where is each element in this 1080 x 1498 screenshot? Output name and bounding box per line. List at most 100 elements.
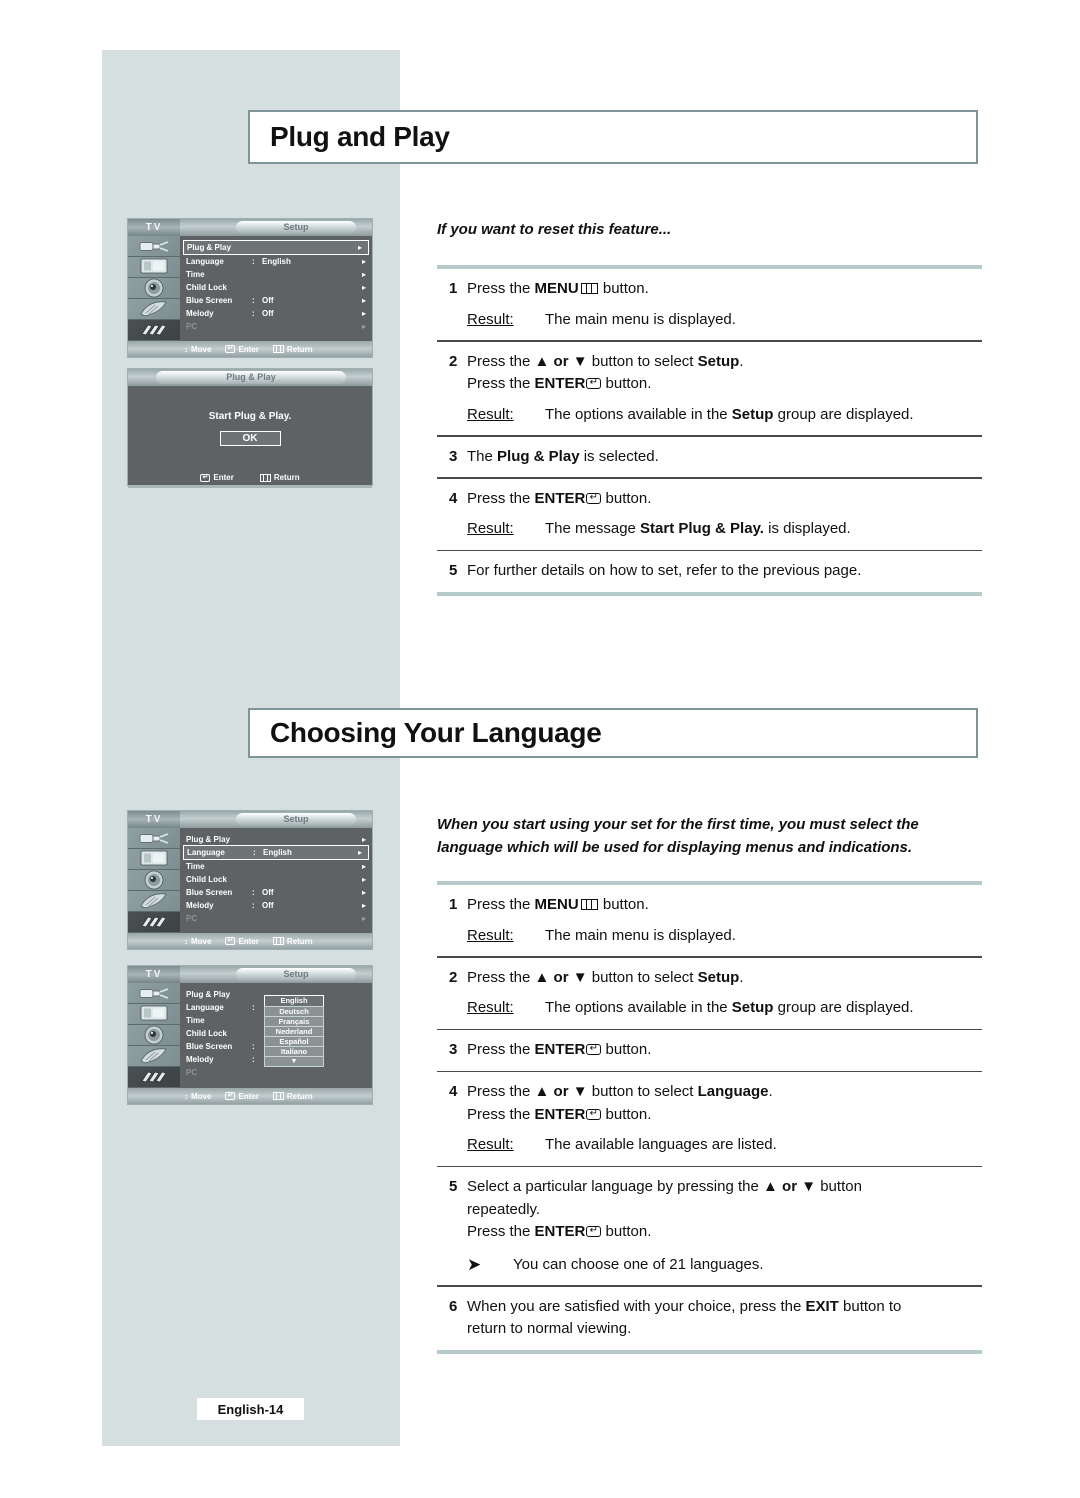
osd-row-language[interactable]: Language : English ▸ xyxy=(180,255,372,268)
osd-body: Plug & Play Language : Time Child Lock B… xyxy=(128,983,372,1088)
osd-row-pc[interactable]: PC ▸ xyxy=(180,912,372,925)
osd-body: Plug & Play ▸ Language : English ▸ Time … xyxy=(128,828,372,933)
osd-row-colon: : xyxy=(252,1003,255,1012)
osd-row-value: Off xyxy=(262,309,274,318)
osd-row-blue-screen[interactable]: Blue Screen : Off ▸ xyxy=(180,294,372,307)
osd-setup-menu-language: TV Setup Plug & Play ▸ Language: Englis… xyxy=(127,810,373,950)
channel-icon xyxy=(128,1046,180,1067)
osd-row-time[interactable]: Time ▸ xyxy=(180,268,372,281)
section-heading-plug-and-play: Plug and Play xyxy=(248,110,978,164)
osd-title: Setup xyxy=(236,813,356,826)
intro-line-2: language which will be used for displayi… xyxy=(437,839,913,857)
chevron-right-icon: ▸ xyxy=(361,862,366,871)
menu-icon xyxy=(580,283,598,294)
language-dropdown[interactable]: English Deutsch Français Nederland Españ… xyxy=(264,995,324,1067)
osd-row-label: Child Lock xyxy=(186,1029,227,1038)
osd-row-melody[interactable]: Melody : Off ▸ xyxy=(180,307,372,320)
step-item: 2 Press the ▲ or ▼ button to select Setu… xyxy=(437,342,982,436)
step-item: 4 Press the ENTER ↵ button. Result: The m… xyxy=(437,479,982,550)
step-text: button. xyxy=(598,896,649,913)
osd-row-plug-play[interactable]: Plug & Play ▸ xyxy=(183,240,369,255)
chevron-down-icon[interactable]: ▼ xyxy=(264,1056,324,1067)
osd-row-label: Melody xyxy=(186,1055,214,1064)
step-body: Press the ▲ or ▼ button to select Setup.… xyxy=(467,351,982,427)
step-text: button to xyxy=(838,1297,902,1315)
osd-row-label: Child Lock xyxy=(186,875,227,884)
updown-arrow-icon: ↕ xyxy=(184,936,188,946)
osd-row-language[interactable]: Language : English ▸ xyxy=(183,845,369,860)
intro-line-1: When you start using your set for the fi… xyxy=(437,816,919,833)
result-label: Result: xyxy=(467,1136,514,1153)
step-body: Select a particular language by pressing… xyxy=(467,1176,982,1276)
result-text-part: is displayed. xyxy=(763,520,851,537)
result-label: Result: xyxy=(467,405,514,423)
osd-row-child-lock[interactable]: Child Lock ▸ xyxy=(180,873,372,886)
updown-arrow-icon: ↕ xyxy=(184,1091,188,1101)
osd-footer-move: ↕ Move xyxy=(184,1092,211,1101)
step-line: return to normal viewing. xyxy=(467,1320,632,1337)
osd-footer-enter: ↵ Enter xyxy=(225,1092,259,1101)
step-text: Press the xyxy=(467,1223,535,1240)
step-line: Press the ▲ or ▼ button to select Langua… xyxy=(467,1081,982,1104)
osd-menu-list: Plug & Play Language : Time Child Lock B… xyxy=(180,983,372,1088)
step-text: Press the xyxy=(467,352,535,370)
osd-row-value: English xyxy=(263,848,292,857)
menu-icon xyxy=(259,473,271,482)
osd-row-label: Child Lock xyxy=(186,283,227,292)
step-line: Press the ENTER ↵ button. xyxy=(467,1221,982,1244)
step-number: 1 xyxy=(449,280,458,297)
result-text: The options available in the Setup group… xyxy=(545,997,982,1020)
osd-row-pc[interactable]: PC xyxy=(180,1066,372,1079)
osd-row-value: Off xyxy=(262,901,274,910)
chevron-right-icon: ▸ xyxy=(361,270,366,279)
osd-row-melody[interactable]: Melody : Off ▸ xyxy=(180,899,372,912)
plug-icon xyxy=(128,828,180,849)
osd-footer-move: ↕ Move xyxy=(184,345,211,354)
step-text: Press the xyxy=(467,1105,535,1123)
step-item: 5 For further details on how to set, ref… xyxy=(437,551,982,592)
step-result: Result: The options available in the Set… xyxy=(467,404,982,427)
step-text: button to select xyxy=(587,352,698,370)
osd-footer-enter-label: Enter xyxy=(238,936,259,946)
step-item: 3 Press the ENTER ↵ button. xyxy=(437,1030,982,1071)
step-line: For further details on how to set, refer… xyxy=(467,562,862,579)
step-text: . xyxy=(739,352,744,370)
step-line: Press the ENTER ↵ button. xyxy=(467,1039,982,1062)
menu-icon xyxy=(272,1092,284,1100)
osd-row-pc[interactable]: PC ▸ xyxy=(180,320,372,333)
chevron-right-icon: ▸ xyxy=(361,835,366,844)
key-menu-label: MENU xyxy=(534,280,579,297)
chevron-right-icon: ▸ xyxy=(357,848,362,857)
setup-label: Setup xyxy=(697,352,740,370)
start-plug-play-label: Start Plug & Play. xyxy=(640,520,764,537)
osd-footer: ↕ Move ↵ Enter Return xyxy=(128,933,372,949)
step-text: Press the xyxy=(467,489,535,507)
osd-dialog-plug-play: Plug & Play Start Plug & Play. OK ↵ Ente… xyxy=(127,368,373,488)
step-number: 5 xyxy=(449,562,458,579)
osd-footer-move-label: Move xyxy=(191,936,212,946)
channel-icon xyxy=(128,891,180,912)
menu-icon xyxy=(272,345,284,353)
step-text: Press the xyxy=(467,375,535,392)
osd-row-colon: : xyxy=(252,901,255,910)
updown-arrow-icon: ▲ or ▼ xyxy=(534,352,588,370)
osd-row-label: PC xyxy=(186,914,198,923)
chevron-right-icon: ▸ xyxy=(361,888,366,897)
step-text: . xyxy=(739,968,744,986)
result-text: The options available in the Setup group… xyxy=(545,404,982,427)
osd-row-time[interactable]: Time ▸ xyxy=(180,860,372,873)
osd-row-blue-screen[interactable]: Blue Screen : Off ▸ xyxy=(180,886,372,899)
osd-row-child-lock[interactable]: Child Lock ▸ xyxy=(180,281,372,294)
osd-row-value: Off xyxy=(262,888,274,897)
osd-row-label: Plug & Play xyxy=(187,243,232,252)
osd-title: Setup xyxy=(236,968,356,981)
step-line: Press the ENTER ↵ button. xyxy=(467,373,982,396)
enter-icon: ↵ xyxy=(225,345,236,353)
enter-icon: ↵ xyxy=(225,937,236,945)
ok-button[interactable]: OK xyxy=(219,430,281,446)
step-text: button. xyxy=(601,1223,652,1240)
result-text-part: group are displayed. xyxy=(773,405,914,423)
osd-footer-return-label: Return xyxy=(286,344,313,354)
steps-list-choosing-your-language: 1 Press the MENU button. Result: The mai… xyxy=(437,881,982,1354)
step-text: Press the xyxy=(467,896,535,913)
